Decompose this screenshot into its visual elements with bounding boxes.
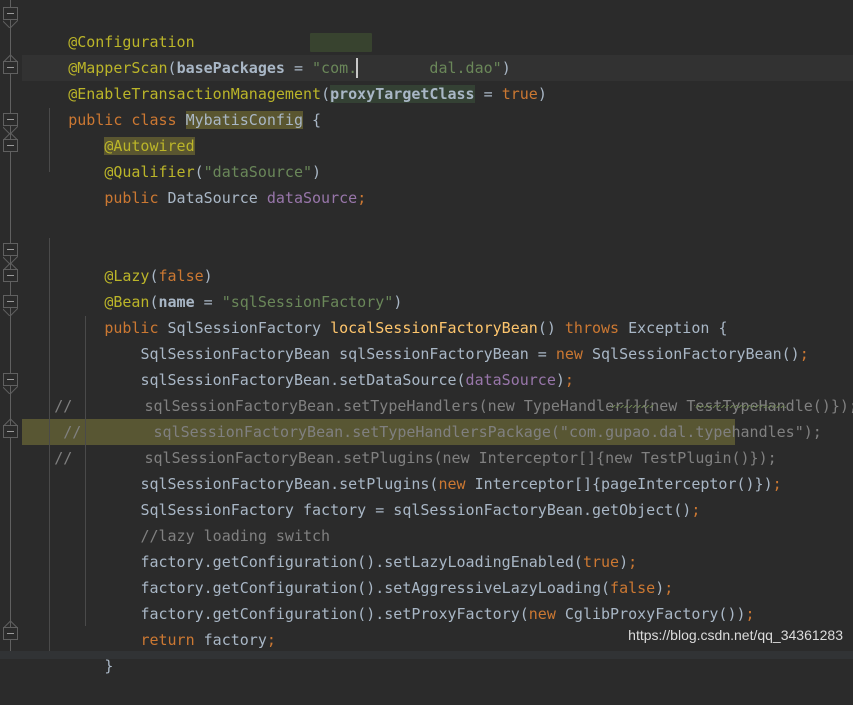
fold-marker-line-12[interactable] — [3, 295, 18, 308]
fold-marker-line-1[interactable] — [3, 7, 18, 20]
fold-marker-line-3[interactable] — [3, 61, 18, 74]
code-line-23[interactable]: factory.getConfiguration().setProxyFacto… — [0, 575, 853, 623]
fold-marker-line-10[interactable] — [3, 243, 18, 256]
code-line-2[interactable]: @MapperScan(basePackages = "com. dal.dao… — [0, 29, 853, 77]
code-line-24[interactable]: return factory; — [0, 601, 853, 649]
code-line-9[interactable] — [0, 211, 853, 237]
fold-tail-line-1 — [3, 20, 18, 28]
code-line-13[interactable]: SqlSessionFactoryBean sqlSessionFactoryB… — [0, 315, 853, 363]
punctuation: } — [104, 657, 114, 675]
code-line-17[interactable]: // sqlSessionFactoryBean.setPlugins(new … — [0, 419, 853, 467]
typo-squiggle-typehandles — [694, 405, 786, 408]
fold-tail-line-15 — [3, 386, 18, 394]
code-line-5[interactable]: @Autowired — [0, 107, 853, 155]
code-line-8[interactable] — [0, 185, 853, 211]
redaction-block — [310, 33, 372, 52]
code-line-21[interactable]: factory.getConfiguration().setLazyLoadin… — [0, 523, 853, 571]
code-content[interactable]: @Configuration @MapperScan(basePackages … — [0, 0, 853, 675]
code-line-20[interactable]: //lazy loading switch — [0, 497, 853, 545]
watermark-url: https://blog.csdn.net/qq_34361283 — [628, 627, 843, 643]
typo-squiggle-gupao — [610, 405, 654, 408]
code-line-4[interactable]: public class MybatisConfig { — [0, 81, 853, 129]
fold-marker-line-11[interactable] — [3, 269, 18, 282]
code-line-1[interactable]: @Configuration — [0, 3, 853, 51]
editor-bottom-strip — [0, 651, 853, 659]
gutter-rail — [10, 0, 11, 659]
editor-gutter[interactable] — [0, 0, 22, 659]
text-caret — [356, 58, 358, 78]
code-line-11[interactable]: @Bean(name = "sqlSessionFactory") — [0, 263, 853, 311]
code-editor[interactable]: @Configuration @MapperScan(basePackages … — [0, 0, 853, 675]
code-line-19[interactable]: SqlSessionFactory factory = sqlSessionFa… — [0, 471, 853, 519]
code-line-10[interactable]: @Lazy(false) — [0, 237, 853, 285]
code-line-7[interactable]: public DataSource dataSource; — [0, 159, 853, 207]
fold-marker-line-25[interactable] — [3, 627, 18, 640]
code-line-6[interactable]: @Qualifier("dataSource") — [0, 133, 853, 181]
code-line-12[interactable]: public SqlSessionFactory localSessionFac… — [0, 289, 853, 337]
fold-tail-line-12 — [3, 308, 18, 316]
code-line-14[interactable]: sqlSessionFactoryBean.setDataSource(data… — [0, 341, 853, 389]
code-line-15[interactable]: // sqlSessionFactoryBean.setTypeHandlers… — [0, 367, 853, 415]
code-line-3[interactable]: @EnableTransactionManagement(proxyTarget… — [0, 55, 853, 103]
fold-marker-line-5[interactable] — [3, 113, 18, 126]
fold-marker-line-15[interactable] — [3, 373, 18, 386]
code-line-18[interactable]: sqlSessionFactoryBean.setPlugins(new Int… — [0, 445, 853, 493]
fold-marker-line-17[interactable] — [3, 425, 18, 438]
fold-marker-line-6[interactable] — [3, 139, 18, 152]
code-line-22[interactable]: factory.getConfiguration().setAggressive… — [0, 549, 853, 597]
